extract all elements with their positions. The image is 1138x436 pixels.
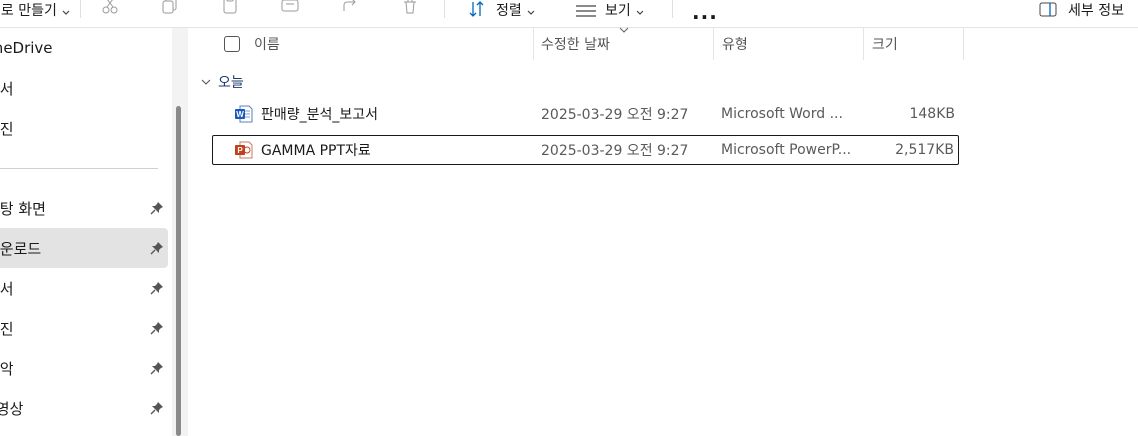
more-options-button[interactable]: ...: [692, 0, 718, 24]
sidebar-item-pictures[interactable]: 사진: [0, 108, 168, 148]
file-name: 판매량_분석_보고서: [261, 107, 379, 123]
more-options-label: ...: [692, 0, 718, 24]
sidebar-item-label: OneDrive: [0, 39, 53, 57]
view-button[interactable]: 보기: [575, 0, 645, 18]
sidebar-divider: [0, 168, 158, 169]
word-doc-icon: W: [235, 105, 253, 123]
group-header-label: 오늘: [218, 75, 244, 91]
file-row[interactable]: W 판매량_분석_보고서 2025-03-29 오전 9:27 Microsof…: [212, 99, 959, 129]
chevron-down-icon: [636, 10, 644, 15]
sidebar-item-label: 음악: [0, 359, 14, 378]
pin-icon[interactable]: [150, 361, 164, 375]
file-type: Microsoft PowerP...: [721, 142, 852, 158]
file-row[interactable]: P GAMMA PPT자료 2025-03-29 오전 9:27 Microso…: [212, 135, 959, 165]
new-button[interactable]: 새로 만들기: [0, 0, 71, 18]
pin-icon[interactable]: [150, 241, 164, 255]
column-divider[interactable]: [713, 28, 714, 60]
sidebar-item-desktop[interactable]: 바탕 화면: [0, 188, 168, 228]
column-header-modified[interactable]: 수정한 날짜: [541, 28, 610, 60]
pin-icon[interactable]: [150, 401, 164, 415]
sidebar-item-downloads[interactable]: 다운로드: [0, 228, 168, 268]
share-icon[interactable]: [340, 0, 360, 16]
toolbar-divider: [672, 0, 673, 18]
svg-text:P: P: [237, 146, 243, 155]
navigation-pane: OneDrive 문서 사진 바탕 화면 다운로드 문서 사진 음악 동영상: [0, 28, 172, 436]
sidebar-item-label: 다운로드: [0, 239, 42, 258]
powerpoint-doc-icon: P: [235, 141, 253, 159]
view-button-label: 보기: [605, 3, 631, 19]
file-size: 2,517KB: [895, 142, 954, 158]
column-divider[interactable]: [963, 28, 964, 60]
sort-descending-icon: [619, 27, 629, 33]
file-name: GAMMA PPT자료: [261, 143, 371, 159]
sidebar-item-pictures-pinned[interactable]: 사진: [0, 308, 168, 348]
sidebar-item-onedrive[interactable]: OneDrive: [0, 28, 168, 68]
toolbar-divider: [80, 0, 81, 18]
sidebar-item-label: 문서: [0, 279, 14, 298]
column-header-size-label: 크기: [872, 37, 898, 53]
rename-icon[interactable]: [280, 0, 300, 16]
view-list-icon: [576, 5, 596, 17]
column-header-type[interactable]: 유형: [722, 28, 748, 60]
column-header-row: 이름 수정한 날짜 유형 크기: [190, 27, 965, 60]
new-button-label: 새로 만들기: [0, 3, 57, 19]
sidebar-item-videos[interactable]: 동영상: [0, 388, 168, 428]
cut-icon[interactable]: [100, 0, 120, 16]
sort-icon: [469, 1, 484, 17]
pin-icon[interactable]: [150, 201, 164, 215]
chevron-down-icon: [527, 10, 535, 15]
svg-text:W: W: [236, 110, 244, 119]
column-header-name-label: 이름: [254, 37, 280, 53]
delete-icon[interactable]: [400, 0, 420, 16]
sidebar-scrollbar-thumb[interactable]: [176, 106, 181, 436]
chevron-down-icon: [62, 10, 70, 15]
details-pane-button[interactable]: 세부 정보: [1038, 0, 1124, 18]
command-bar: 새로 만들기 정렬 보기 ... 세부 정보: [0, 0, 1138, 28]
select-all-checkbox[interactable]: [224, 36, 240, 52]
group-header-today[interactable]: 오늘: [200, 72, 244, 92]
sidebar-item-label: 동영상: [0, 399, 24, 418]
sidebar-item-documents-pinned[interactable]: 문서: [0, 268, 168, 308]
copy-icon[interactable]: [160, 0, 180, 16]
details-pane-icon: [1039, 2, 1057, 17]
sidebar-item-label: 사진: [0, 119, 14, 138]
file-modified: 2025-03-29 오전 9:27: [541, 107, 689, 123]
column-header-size[interactable]: 크기: [872, 28, 898, 60]
column-divider[interactable]: [863, 28, 864, 60]
column-header-modified-label: 수정한 날짜: [541, 37, 610, 53]
sort-button[interactable]: 정렬: [468, 0, 536, 18]
file-size: 148KB: [909, 106, 955, 122]
file-list-view: 이름 수정한 날짜 유형 크기 오늘 W 판매량_분석_보고서 2025-03-…: [190, 27, 1138, 436]
pin-icon[interactable]: [150, 281, 164, 295]
details-pane-label: 세부 정보: [1068, 3, 1124, 19]
column-header-name[interactable]: 이름: [254, 28, 280, 60]
sidebar-item-label: 문서: [0, 79, 14, 98]
file-type: Microsoft Word ...: [721, 106, 843, 122]
toolbar-divider: [444, 0, 445, 18]
sidebar-item-music[interactable]: 음악: [0, 348, 168, 388]
sidebar-item-label: 사진: [0, 319, 14, 338]
chevron-down-icon: [201, 79, 211, 85]
pin-icon[interactable]: [150, 321, 164, 335]
file-modified: 2025-03-29 오전 9:27: [541, 143, 689, 159]
column-header-type-label: 유형: [722, 37, 748, 53]
sidebar-scrollbar[interactable]: [172, 28, 188, 436]
column-divider[interactable]: [533, 28, 534, 60]
paste-icon[interactable]: [220, 0, 240, 16]
sidebar-item-documents[interactable]: 문서: [0, 68, 168, 108]
sidebar-item-label: 바탕 화면: [0, 199, 46, 218]
sort-button-label: 정렬: [496, 3, 522, 19]
